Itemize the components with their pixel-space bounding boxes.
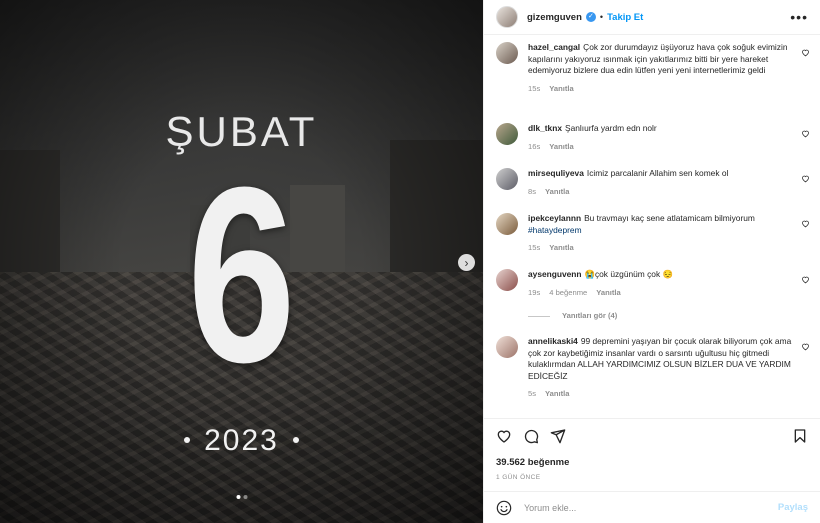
comment-time: 15s — [528, 83, 541, 93]
bullet-dot — [184, 437, 191, 444]
author-avatar[interactable] — [496, 6, 518, 28]
comment-input[interactable] — [524, 502, 778, 513]
reply-button[interactable]: Yanıtla — [545, 389, 569, 398]
commenter-avatar[interactable] — [496, 42, 518, 64]
commenter-avatar[interactable] — [496, 123, 518, 145]
reply-button[interactable]: Yanıtla — [545, 187, 569, 196]
comment-time: 16s — [528, 141, 541, 151]
heart-icon[interactable] — [801, 174, 810, 183]
add-comment-bar: Paylaş — [484, 491, 820, 523]
comment-text: 😭çok üzgünüm çok 😔 — [584, 269, 673, 279]
comment-item: dlk_tknx Şanlıurfa yardm edn nolr 16s Yanı… — [496, 123, 810, 152]
heart-icon[interactable] — [801, 219, 810, 228]
comment-meta: 19s 4 beğenme Yanıtla — [528, 287, 793, 299]
commenter-username[interactable]: annelikaski4 — [528, 336, 578, 346]
heart-icon[interactable] — [801, 129, 810, 138]
comment-meta: 8s Yanıtla — [528, 186, 793, 198]
comment-item: ipekceylannn Bu travmayı kaç sene atlatam… — [496, 213, 810, 254]
action-icons — [496, 427, 808, 445]
commenter-avatar[interactable] — [496, 213, 518, 235]
comment-meta: 16s Yanıtla — [528, 141, 793, 153]
comment-meta: 15s Yanıtla — [528, 242, 793, 254]
heart-icon[interactable] — [801, 275, 810, 284]
emoji-smiley-icon[interactable] — [496, 500, 512, 516]
post-modal: ŞUBAT 6 2023 › gizemguven ✓ • Takip Et •… — [0, 0, 820, 523]
carousel-pager — [236, 495, 247, 499]
bookmark-icon[interactable] — [792, 428, 808, 444]
commenter-username[interactable]: hazel_cangal — [528, 42, 580, 52]
comment-item: annelikaski4 99 depremini yaşıyan bir çoc… — [496, 336, 810, 400]
chevron-right-icon: › — [464, 255, 469, 270]
header-separator: • — [599, 12, 604, 22]
comment-hashtag-link[interactable]: #hataydeprem — [528, 225, 582, 235]
comment-body: annelikaski4 99 depremini yaşıyan bir çoc… — [528, 336, 793, 400]
heart-icon[interactable] — [801, 342, 810, 351]
comment-time: 8s — [528, 186, 537, 196]
like-count[interactable]: 39.562 beğenme — [496, 457, 808, 468]
bullet-dot — [292, 437, 299, 444]
post-actions: 39.562 beğenme 1 GÜN ÖNCE — [484, 418, 820, 481]
follow-button[interactable]: Takip Et — [607, 12, 643, 23]
comment-text: Şanlıurfa yardm edn nolr — [564, 123, 657, 133]
reply-button[interactable]: Yanıtla — [596, 288, 620, 297]
comment-body: aysenguvenn 😭çok üzgünüm çok 😔 19s 4 beğen… — [528, 269, 793, 298]
commenter-avatar[interactable] — [496, 168, 518, 190]
next-slide-button[interactable]: › — [458, 254, 475, 271]
comment-list[interactable]: hazel_cangal Çok zor durumdayız üşüyoruz … — [484, 35, 820, 418]
comment-body: mirsequliyeva Icimiz parcalanir Allahim s… — [528, 168, 793, 197]
author-username[interactable]: gizemguven — [527, 12, 582, 23]
comment-time: 15s — [528, 243, 541, 253]
commenter-username[interactable]: aysenguvenn — [528, 269, 582, 279]
post-date[interactable]: 1 GÜN ÖNCE — [496, 474, 808, 481]
share-send-icon[interactable] — [550, 428, 566, 444]
pager-dot-active — [236, 495, 240, 499]
post-header: gizemguven ✓ • Takip Et ••• — [484, 0, 820, 35]
comment-item: mirsequliyeva Icimiz parcalanir Allahim s… — [496, 168, 810, 197]
comment-time: 19s — [528, 287, 541, 297]
comment-text: Icimiz parcalanir Allahim sen komek ol — [586, 168, 729, 178]
reply-button[interactable]: Yanıtla — [549, 142, 573, 151]
comment-body: ipekceylannn Bu travmayı kaç sene atlatam… — [528, 213, 793, 254]
post-media[interactable]: ŞUBAT 6 2023 › — [0, 0, 483, 523]
commenter-username[interactable]: dlk_tknx — [528, 123, 562, 133]
comment-bubble-icon[interactable] — [523, 428, 539, 444]
comment-meta: 5s Yanıtla — [528, 388, 793, 400]
commenter-avatar[interactable] — [496, 269, 518, 291]
post-comment-button[interactable]: Paylaş — [778, 502, 808, 513]
commenter-username[interactable]: mirsequliyeva — [528, 168, 584, 178]
reply-button[interactable]: Yanıtla — [549, 243, 573, 252]
comment-body: hazel_cangal Çok zor durumdayız üşüyoruz … — [528, 42, 793, 94]
like-heart-icon[interactable] — [496, 428, 512, 444]
media-year: 2023 — [0, 424, 483, 458]
comment-item: aysenguvenn 😭çok üzgünüm çok 😔 19s 4 beğen… — [496, 269, 810, 298]
commenter-username[interactable]: ipekceylannn — [528, 213, 581, 223]
comment-body: dlk_tknx Şanlıurfa yardm edn nolr 16s Yanı… — [528, 123, 793, 152]
more-options-icon[interactable]: ••• — [790, 9, 808, 25]
view-replies-button[interactable]: Yanıtları gör (4) — [528, 311, 617, 320]
comment-time: 5s — [528, 389, 537, 399]
reply-button[interactable]: Yanıtla — [549, 84, 573, 93]
media-day-number: 6 — [187, 135, 296, 414]
verified-badge-icon: ✓ — [585, 12, 596, 22]
comment-likes[interactable]: 4 beğenme — [549, 288, 587, 297]
heart-icon[interactable] — [801, 48, 810, 57]
comment-item: hazel_cangal Çok zor durumdayız üşüyoruz … — [496, 42, 810, 94]
media-year-text: 2023 — [204, 424, 279, 457]
commenter-avatar[interactable] — [496, 336, 518, 358]
post-side-panel: gizemguven ✓ • Takip Et ••• hazel_cangal… — [483, 0, 820, 523]
comment-meta: 15s Yanıtla — [528, 83, 793, 95]
pager-dot — [243, 495, 247, 499]
comment-text: Bu travmayı kaç sene atlatamicam bilmiyo… — [584, 213, 755, 223]
